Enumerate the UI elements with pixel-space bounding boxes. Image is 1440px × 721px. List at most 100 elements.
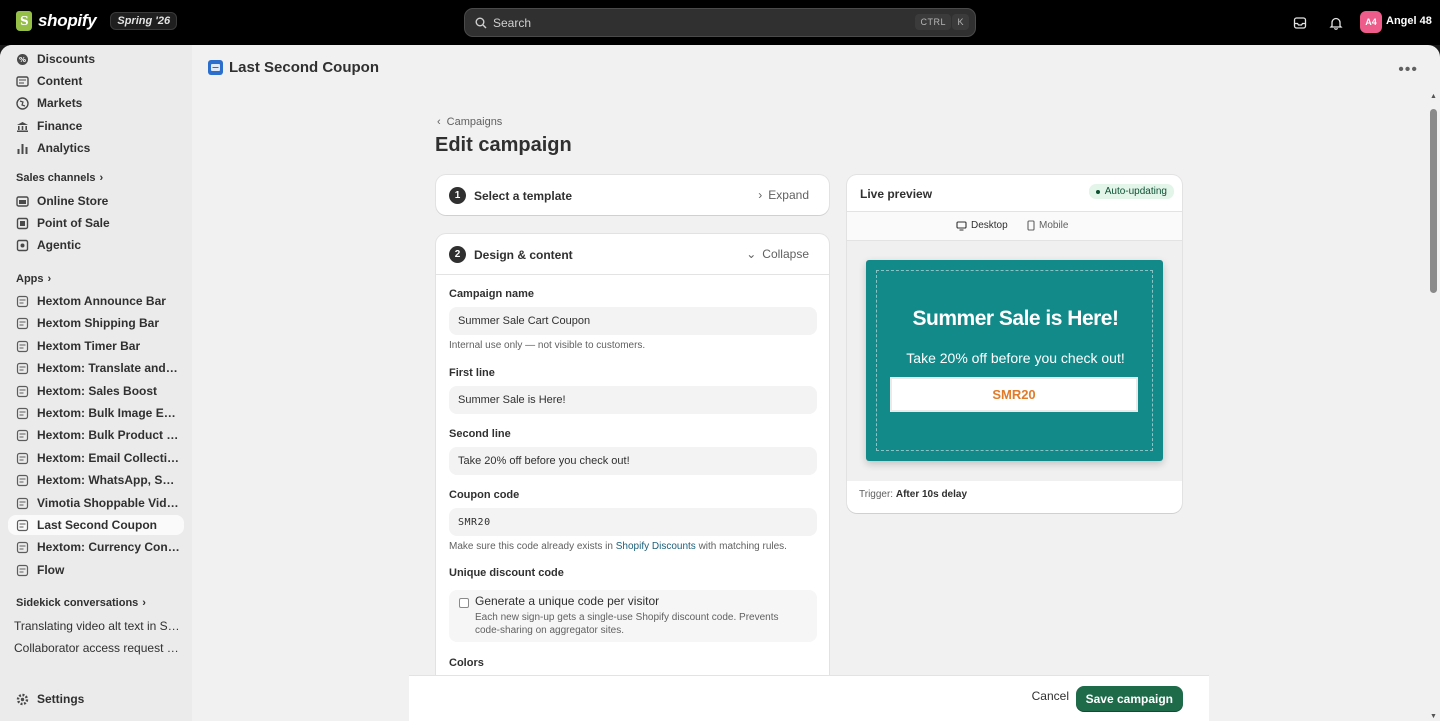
campaign-name-help: Internal use only — not visible to custo… — [449, 340, 646, 351]
apps-header[interactable]: Apps › — [16, 273, 51, 285]
desktop-icon — [956, 220, 967, 231]
sidebar-item-app[interactable]: Hextom Announce Bar — [8, 291, 184, 311]
sidebar-item-online-store[interactable]: Online Store — [8, 191, 184, 211]
breadcrumb-link[interactable]: Campaigns — [447, 116, 503, 128]
scroll-thumb[interactable] — [1430, 109, 1437, 293]
step-title: Select a template — [474, 188, 573, 203]
sidebar-item-app[interactable]: Hextom: WhatsApp, SMS ... — [8, 470, 184, 490]
second-line-label: Second line — [449, 428, 511, 440]
coupon-code-help: Make sure this code already exists in Sh… — [449, 541, 787, 552]
sidebar-item-label: Last Second Coupon — [37, 518, 157, 532]
app-icon — [16, 474, 29, 487]
unique-code-checkbox[interactable] — [459, 598, 469, 608]
sidebar-item-label: Hextom: Bulk Image Edit & ... — [37, 406, 181, 420]
chevron-right-icon: › — [99, 172, 104, 184]
breadcrumb[interactable]: ‹ Campaigns — [437, 116, 502, 128]
store-icon — [16, 195, 29, 208]
step-select-template[interactable]: 1 Select a template › Expand — [436, 175, 829, 215]
sidebar-item-analytics[interactable]: Analytics — [8, 138, 184, 158]
inbox-icon[interactable] — [1290, 13, 1310, 33]
coupon-code-input[interactable]: SMR20 — [449, 508, 817, 536]
app-header: Last Second Coupon — [208, 59, 379, 76]
preview-tabs: Desktop Mobile — [847, 211, 1182, 241]
second-line-input[interactable]: Take 20% off before you check out! — [449, 447, 817, 475]
scroll-down-icon[interactable]: ▼ — [1429, 713, 1438, 721]
shortcut-ctrl: CTRL — [915, 14, 951, 30]
unique-code-option: Generate a unique code per visitor Each … — [449, 590, 817, 642]
sidebar-item-content[interactable]: Content — [8, 71, 184, 91]
sidebar-item-agentic[interactable]: Agentic — [8, 235, 184, 255]
pos-icon — [16, 217, 29, 230]
tab-desktop[interactable]: Desktop — [956, 220, 1008, 231]
step-header: 2 Design & content — [449, 246, 573, 263]
sidebar-item-app[interactable]: Hextom: Bulk Image Edit & ... — [8, 403, 184, 423]
sidebar-item-finance[interactable]: Finance — [8, 116, 184, 136]
sidebar-item-app[interactable]: Hextom: Sales Boost — [8, 381, 184, 401]
shopify-bag-icon — [16, 11, 32, 31]
shortcut-k: K — [952, 14, 969, 30]
tab-mobile[interactable]: Mobile — [1027, 220, 1068, 231]
status-text: Auto-updating — [1104, 186, 1167, 197]
app-icon — [16, 340, 29, 353]
sidebar-item-label: Hextom Shipping Bar — [37, 316, 160, 330]
app-icon — [16, 407, 29, 420]
checkbox-title[interactable]: Generate a unique code per visitor — [475, 594, 659, 608]
scrollbar[interactable]: ▲ ▼ — [1429, 93, 1438, 721]
globe-icon — [16, 96, 29, 110]
content-icon — [16, 75, 29, 88]
more-actions-icon[interactable]: ••• — [1398, 61, 1418, 79]
sidebar-item-app[interactable]: Hextom Shipping Bar — [8, 313, 184, 333]
sidebar-item-app[interactable]: Hextom: Bulk Product Edit — [8, 425, 184, 445]
sidebar-item-label: Discounts — [37, 52, 96, 66]
chevron-right-icon: › — [758, 188, 763, 202]
sidebar-item-label: Point of Sale — [37, 216, 110, 230]
shopify-logo[interactable]: shopify Spring '26 — [16, 11, 178, 31]
sidebar-item-point-of-sale[interactable]: Point of Sale — [8, 213, 184, 233]
bell-icon[interactable] — [1326, 13, 1346, 33]
app-icon — [16, 452, 29, 465]
expand-label: Expand — [768, 188, 809, 202]
chevron-right-icon: › — [47, 273, 52, 285]
sidebar-item-discounts[interactable]: % Discounts — [8, 49, 184, 69]
sidebar-item-label: Settings — [37, 692, 85, 706]
cancel-button[interactable]: Cancel — [1032, 689, 1069, 703]
user-name[interactable]: Angel 48 — [1386, 15, 1432, 27]
sidebar-item-label: Agentic — [37, 238, 82, 252]
sidebar-item-app[interactable]: Hextom: Translate and Cur... — [8, 358, 184, 378]
shopify-discounts-link[interactable]: Shopify Discounts — [616, 541, 696, 552]
search-input[interactable]: Search CTRL K — [464, 8, 976, 37]
popup-headline: Summer Sale is Here! — [912, 307, 1119, 330]
scroll-up-icon[interactable]: ▲ — [1429, 93, 1438, 101]
chevron-down-icon: ⌄ — [746, 247, 757, 261]
step-number: 1 — [449, 187, 466, 204]
sidebar-item-app[interactable]: Hextom Timer Bar — [8, 336, 184, 356]
conversation-item[interactable]: Translating video alt text in Sho... — [14, 619, 182, 633]
sidebar-item-app[interactable]: Flow — [8, 560, 184, 580]
sidebar-item-app[interactable]: Hextom: Email Collection B... — [8, 448, 184, 468]
sidebar-item-settings[interactable]: Settings — [8, 689, 184, 709]
avatar[interactable]: A4 — [1360, 11, 1382, 33]
sidebar-item-app[interactable]: Vimotia Shoppable Videos ... — [8, 493, 184, 513]
save-campaign-button[interactable]: Save campaign — [1075, 686, 1183, 712]
app-icon — [16, 519, 29, 532]
app-icon — [16, 385, 29, 398]
sidebar-item-markets[interactable]: Markets — [8, 93, 184, 113]
section-label: Apps — [16, 273, 44, 285]
colors-label: Colors — [449, 657, 484, 669]
sidebar-item-label: Vimotia Shoppable Videos ... — [37, 496, 181, 510]
collapse-button[interactable]: ⌄ Collapse — [746, 247, 809, 261]
sidebar-item-app[interactable]: Hextom: Currency Converter — [8, 537, 184, 557]
edition-badge[interactable]: Spring '26 — [110, 12, 178, 30]
campaign-name-input[interactable]: Summer Sale Cart Coupon — [449, 307, 817, 335]
expand-button[interactable]: › Expand — [758, 188, 809, 202]
app-icon — [16, 564, 29, 577]
conversation-item[interactable]: Collaborator access request for... — [14, 641, 182, 655]
first-line-input[interactable]: Summer Sale is Here! — [449, 386, 817, 414]
app-icon — [16, 497, 29, 510]
discount-icon: % — [16, 53, 29, 66]
app-icon — [16, 317, 29, 330]
sales-channels-header[interactable]: Sales channels › — [16, 172, 103, 184]
sidebar-item-app[interactable]: Last Second Coupon — [8, 515, 184, 535]
sidekick-conversations-header[interactable]: Sidekick conversations › — [16, 597, 146, 609]
gear-icon — [16, 693, 29, 706]
